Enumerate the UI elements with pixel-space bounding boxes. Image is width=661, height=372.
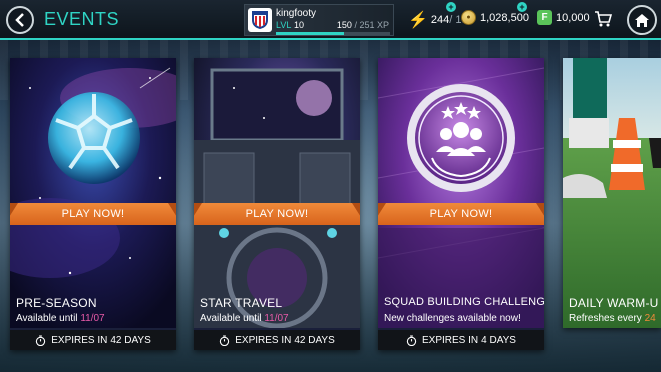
stopwatch-icon [36, 334, 46, 346]
availability-text: Available until [16, 313, 81, 324]
points-value: 10,000 [556, 11, 590, 24]
club-crest-icon [248, 8, 272, 32]
expires-label: EXPIRES IN [422, 334, 479, 346]
event-card-squad-building-challenges[interactable]: PLAY NOW! SQUAD BUILDING CHALLENGES New … [378, 58, 544, 350]
xp-current: 150 [336, 20, 352, 30]
expires-label: EXPIRES IN [51, 334, 108, 346]
page-title: EVENTS [44, 9, 120, 29]
stopwatch-icon [220, 334, 230, 346]
xp-progress-fill [276, 32, 345, 35]
stopwatch-icon [406, 334, 417, 346]
availability-text: Available until [200, 313, 265, 324]
xp-readout: 150 / 251 XP [337, 20, 389, 30]
profile-panel[interactable]: kingfooty LVL 10 150 / 251 XP [244, 4, 394, 36]
availability-text: Refreshes every [569, 313, 645, 324]
event-availability: New challenges available now! [384, 313, 521, 324]
event-card-star-travel[interactable]: PLAY NOW! STAR TRAVEL Available until 11… [194, 58, 360, 350]
home-icon [635, 13, 649, 27]
level-label: LVL [276, 20, 292, 30]
home-button[interactable] [627, 5, 657, 35]
expires-value: 42 DAYS [294, 334, 335, 346]
event-art-sbc-badge [378, 58, 544, 328]
play-now-button[interactable]: PLAY NOW! [194, 203, 360, 225]
event-title: STAR TRAVEL [200, 296, 283, 310]
energy-plus-button[interactable]: + [446, 2, 456, 12]
expiry-bar: EXPIRES IN 42 DAYS [194, 330, 360, 350]
availability-text: New challenges available now! [384, 313, 521, 324]
username: kingfooty [276, 8, 317, 19]
expires-value: 4 DAYS [481, 334, 516, 346]
event-title: SQUAD BUILDING CHALLENGES [384, 296, 544, 308]
availability-date: 11/07 [80, 313, 105, 324]
fifa-points-icon: F [537, 10, 552, 25]
coins-counter[interactable]: ● 1,028,500 [461, 10, 529, 25]
back-button[interactable] [6, 6, 34, 34]
lightning-icon: ⚡ [408, 12, 428, 29]
event-art-space-station [194, 58, 360, 328]
chevron-left-icon [15, 13, 24, 27]
availability-highlight: 24 [644, 313, 656, 324]
shopping-cart-icon[interactable] [594, 10, 612, 28]
expires-label: EXPIRES IN [235, 334, 292, 346]
event-availability: Refreshes every 24 [569, 313, 656, 324]
xp-max: / 251 XP [354, 20, 389, 30]
event-art-training-pitch [563, 58, 661, 328]
play-now-button[interactable]: PLAY NOW! [378, 203, 544, 225]
event-availability: Available until 11/07 [16, 313, 105, 324]
coins-plus-button[interactable]: + [517, 2, 527, 12]
energy-current: 244 [430, 14, 450, 26]
coins-value: 1,028,500 [480, 11, 529, 24]
event-art-space-ball [10, 58, 176, 328]
expiry-bar: EXPIRES IN 4 DAYS [378, 330, 544, 350]
event-title: DAILY WARM-U [569, 296, 659, 310]
energy-counter[interactable]: ⚡ 244 / 19 [408, 10, 468, 30]
top-bar: EVENTS kingfooty LVL 10 150 / 251 XP ⚡ 2… [0, 0, 661, 40]
play-now-button[interactable]: PLAY NOW! [10, 203, 176, 225]
points-counter[interactable]: F 10,000 [537, 10, 590, 25]
event-title: PRE-SEASON [16, 296, 97, 310]
event-card-daily-warm-up[interactable]: DAILY WARM-U Refreshes every 24 [563, 58, 661, 328]
expiry-bar: EXPIRES IN 42 DAYS [10, 330, 176, 350]
availability-date: 11/07 [264, 313, 289, 324]
event-availability: Available until 11/07 [200, 313, 289, 324]
coin-icon: ● [461, 10, 476, 25]
xp-progress-bar [276, 32, 390, 35]
expires-value: 42 DAYS [110, 334, 151, 346]
event-card-pre-season[interactable]: PLAY NOW! PRE-SEASON Available until 11/… [10, 58, 176, 350]
level-value: 10 [294, 20, 305, 30]
